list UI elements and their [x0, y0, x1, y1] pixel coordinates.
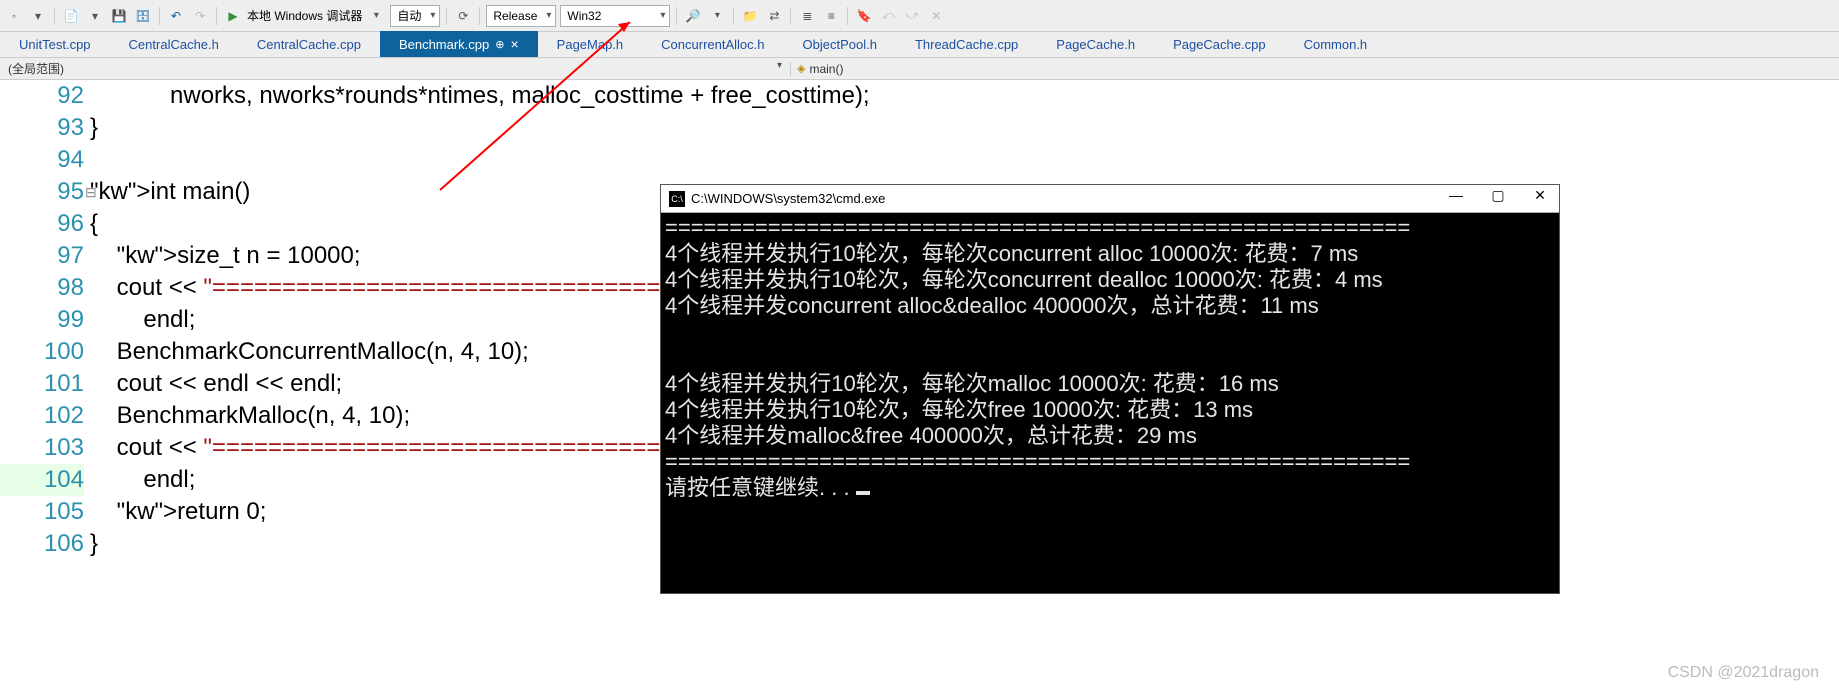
sync-icon[interactable]: ⇄ [764, 6, 784, 26]
separator [790, 7, 791, 25]
tab-benchmark-cpp[interactable]: Benchmark.cpp ⊕ × [380, 31, 538, 57]
scope-right-label: main() [809, 62, 843, 76]
refresh-icon[interactable]: ⟳ [453, 6, 473, 26]
platform-combo-label: Win32 [567, 9, 601, 23]
outline-toggle-icon[interactable]: ⊟ [85, 176, 97, 208]
separator [54, 7, 55, 25]
outdent-icon[interactable]: ≡ [821, 6, 841, 26]
code-line[interactable] [90, 144, 1839, 176]
console-output: ========================================… [661, 213, 1559, 503]
separator [479, 7, 480, 25]
code-line[interactable]: } [90, 112, 1839, 144]
prev-bookmark-icon[interactable]: ⤺ [878, 6, 898, 26]
new-file-icon[interactable]: 📄 [61, 6, 81, 26]
tab-pagecache-h[interactable]: PageCache.h [1037, 32, 1154, 57]
redo-icon[interactable]: ↷ [190, 6, 210, 26]
auto-combo[interactable]: 自动 [390, 5, 440, 27]
clear-bookmark-icon[interactable]: ✕ [926, 6, 946, 26]
separator [446, 7, 447, 25]
tab-unittest-cpp[interactable]: UnitTest.cpp [0, 32, 110, 57]
indent-icon[interactable]: ≣ [797, 6, 817, 26]
start-debug-icon[interactable]: ▶ [223, 6, 243, 26]
open-icon[interactable]: ▾ [85, 6, 105, 26]
console-titlebar[interactable]: C:\ C:\WINDOWS\system32\cmd.exe ― ▢ ✕ [661, 185, 1559, 213]
separator [847, 7, 848, 25]
watermark: CSDN @2021dragon [1668, 664, 1819, 682]
save-icon[interactable]: 💾 [109, 6, 129, 26]
separator [676, 7, 677, 25]
chevron-down-icon[interactable]: ▾ [366, 6, 386, 26]
tab-centralcache-h[interactable]: CentralCache.h [110, 32, 238, 57]
config-combo[interactable]: Release [486, 5, 556, 27]
find-icon[interactable]: 🔎 [683, 6, 703, 26]
console-title-text: C:\WINDOWS\system32\cmd.exe [691, 191, 885, 206]
scope-bar: (全局范围) ▾ main() [0, 58, 1839, 80]
platform-combo[interactable]: Win32 [560, 5, 670, 27]
tab-pagecache-cpp[interactable]: PageCache.cpp [1154, 32, 1285, 57]
minimize-button[interactable]: ― [1441, 187, 1471, 204]
scope-right[interactable]: main() [790, 62, 849, 76]
tab-centralcache-cpp[interactable]: CentralCache.cpp [238, 32, 380, 57]
cmd-icon: C:\ [669, 191, 685, 207]
nav-back-icon[interactable]: ◦ [4, 6, 24, 26]
tab-label: Benchmark.cpp [399, 37, 489, 52]
auto-combo-label: 自动 [397, 7, 421, 24]
next-bookmark-icon[interactable]: ⤻ [902, 6, 922, 26]
main-toolbar: ◦ ▾ 📄 ▾ 💾 🗄 ↶ ↷ ▶ 本地 Windows 调试器 ▾ 自动 ⟳ … [0, 0, 1839, 32]
tab-pagemap-h[interactable]: PageMap.h [538, 32, 643, 57]
scope-left[interactable]: (全局范围) ▾ [0, 60, 790, 77]
tab-concurrentalloc-h[interactable]: ConcurrentAlloc.h [642, 32, 783, 57]
chevron-down-icon[interactable]: ▾ [707, 6, 727, 26]
close-button[interactable]: ✕ [1525, 187, 1555, 204]
debugger-label[interactable]: 本地 Windows 调试器 [247, 7, 362, 24]
undo-icon[interactable]: ↶ [166, 6, 186, 26]
console-window: C:\ C:\WINDOWS\system32\cmd.exe ― ▢ ✕ ==… [660, 184, 1560, 594]
scope-left-label: (全局范围) [8, 62, 64, 76]
code-line[interactable]: nworks, nworks*rounds*ntimes, malloc_cos… [90, 80, 1839, 112]
tab-common-h[interactable]: Common.h [1285, 32, 1387, 57]
pin-icon[interactable]: ⊕ [495, 38, 504, 51]
close-icon[interactable]: × [510, 36, 518, 52]
document-tabs: UnitTest.cppCentralCache.hCentralCache.c… [0, 32, 1839, 58]
separator [159, 7, 160, 25]
separator [216, 7, 217, 25]
tab-objectpool-h[interactable]: ObjectPool.h [784, 32, 896, 57]
saveall-icon[interactable]: 🗄 [133, 6, 153, 26]
bookmark-icon[interactable]: 🔖 [854, 6, 874, 26]
maximize-button[interactable]: ▢ [1483, 187, 1513, 204]
line-gutter: 9293949596979899100101102103104105106 [0, 80, 90, 560]
config-combo-label: Release [493, 9, 537, 23]
tab-threadcache-cpp[interactable]: ThreadCache.cpp [896, 32, 1037, 57]
separator [733, 7, 734, 25]
nav-fwd-icon[interactable]: ▾ [28, 6, 48, 26]
folder-icon[interactable]: 📁 [740, 6, 760, 26]
